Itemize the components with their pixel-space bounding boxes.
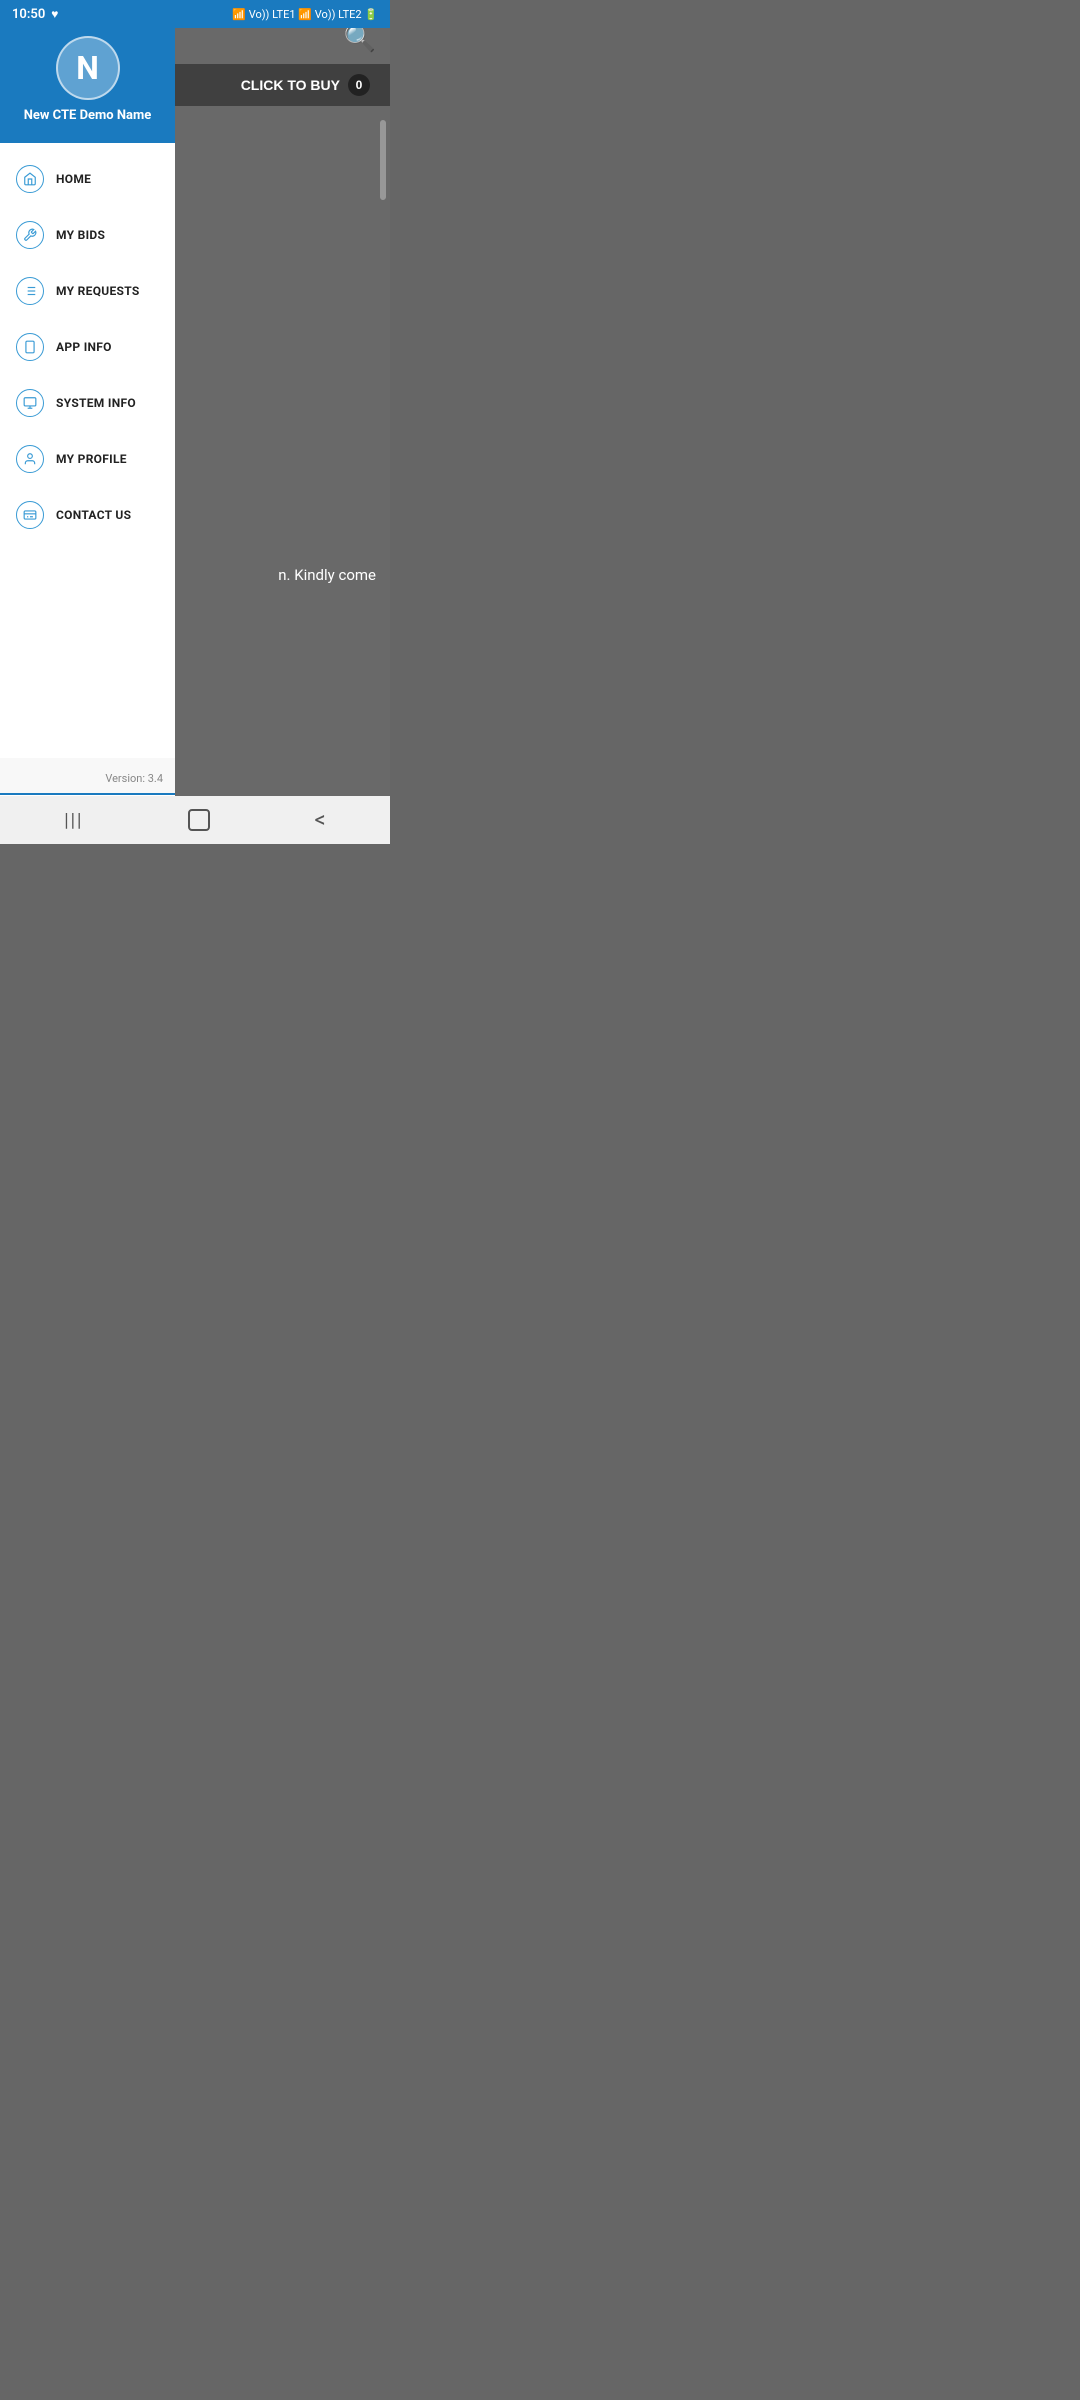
my-profile-label: MY PROFILE (56, 452, 127, 466)
home-nav-button[interactable] (188, 809, 210, 831)
profile-icon (16, 445, 44, 473)
sidebar-item-my-profile[interactable]: MY PROFILE (0, 431, 175, 487)
overlay-scrollbar[interactable] (380, 120, 386, 200)
heart-icon: ♥ (51, 7, 58, 21)
time-display: 10:50 (12, 7, 45, 22)
bids-icon (16, 221, 44, 249)
app-info-label: APP INFO (56, 340, 112, 354)
requests-icon (16, 277, 44, 305)
home-label: HOME (56, 172, 91, 186)
search-icon[interactable]: 🔍 (344, 24, 376, 54)
status-right: 📶 Vo)) LTE1 📶 Vo)) LTE2 🔋 (232, 8, 378, 21)
sidebar-item-app-info[interactable]: APP INFO (0, 319, 175, 375)
contact-icon (16, 501, 44, 529)
system-info-icon (16, 389, 44, 417)
my-requests-label: MY REQUESTS (56, 284, 140, 298)
buy-count-badge: 0 (348, 74, 370, 96)
drawer-user-name: New CTE Demo Name (16, 108, 160, 123)
contact-us-label: CONTACT US (56, 508, 131, 522)
bottom-nav-bar: ||| < (0, 796, 390, 844)
menu-nav-button[interactable]: ||| (40, 802, 107, 839)
sidebar-item-contact-us[interactable]: CONTACT US (0, 487, 175, 543)
app-info-icon (16, 333, 44, 361)
drawer-menu: HOME MY BIDS MY REQUESTS (0, 143, 175, 758)
sidebar-item-my-bids[interactable]: MY BIDS (0, 207, 175, 263)
overlay-kindly-text: n. Kindly come (278, 566, 376, 584)
version-text: Version: 3.4 (0, 768, 175, 793)
navigation-drawer: N New CTE Demo Name HOME MY BIDS (0, 0, 175, 844)
content-overlay: 🔍 CLICK TO BUY 0 n. Kindly come (175, 0, 390, 844)
home-icon (16, 165, 44, 193)
system-info-label: SYSTEM INFO (56, 396, 136, 410)
status-left: 10:50 ♥ (12, 7, 58, 22)
avatar: N (56, 36, 120, 100)
signal-icons: 📶 Vo)) LTE1 📶 Vo)) LTE2 🔋 (232, 8, 378, 21)
status-bar: 10:50 ♥ 📶 Vo)) LTE1 📶 Vo)) LTE2 🔋 (0, 0, 390, 28)
avatar-letter: N (76, 49, 99, 87)
sidebar-item-my-requests[interactable]: MY REQUESTS (0, 263, 175, 319)
sidebar-item-home[interactable]: HOME (0, 151, 175, 207)
sidebar-item-system-info[interactable]: SYSTEM INFO (0, 375, 175, 431)
buy-button-label: CLICK TO BUY (241, 77, 340, 93)
my-bids-label: MY BIDS (56, 228, 105, 242)
back-nav-button[interactable]: < (291, 800, 350, 841)
click-to-buy-button[interactable]: CLICK TO BUY 0 (175, 64, 390, 106)
